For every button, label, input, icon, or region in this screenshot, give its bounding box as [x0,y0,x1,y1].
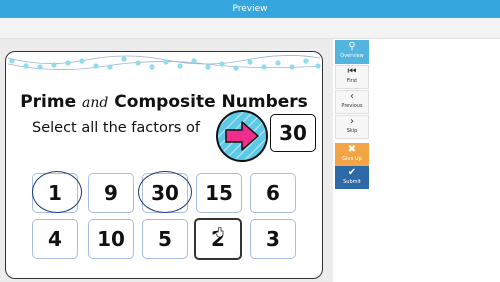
first-button[interactable]: ⏮ First [335,65,369,89]
submit-button[interactable]: ✔ Submit [335,166,369,189]
title-word-prime: Prime [20,92,77,112]
overview-label: Overview [340,53,364,59]
activity-stage: Prime and Composite Numbers Select all t… [0,39,333,282]
overview-button[interactable]: ⚲ Overview [335,40,369,64]
number-tile[interactable]: 15 [196,173,242,213]
chevron-left-icon: ‹ [350,91,354,102]
number-tile[interactable]: 4 [32,219,78,259]
number-tile-focused[interactable]: 2 [194,218,242,260]
toolbar-strip [0,18,500,39]
checkmark-icon: ✔ [347,167,357,178]
chevron-right-icon: › [350,116,354,127]
arrow-icon [216,110,268,162]
target-number-box: 30 [270,114,316,152]
number-tile[interactable]: 3 [250,219,296,259]
preview-title: Preview [232,4,268,14]
skip-label: Skip [346,128,358,134]
title-words-composite: Composite Numbers [114,92,308,112]
activity-title: Prime and Composite Numbers [6,92,322,112]
previous-label: Previous [341,103,363,109]
selection-circle-mark [32,171,82,213]
number-tile[interactable]: 5 [142,219,188,259]
submit-label: Submit [343,179,361,185]
give-up-button[interactable]: ✖ Give Up [335,143,369,166]
search-icon: ⚲ [348,41,356,52]
string-lights-decoration [7,55,321,71]
give-up-label: Give Up [342,156,362,162]
close-icon: ✖ [347,144,357,155]
first-page-icon: ⏮ [347,66,357,77]
first-label: First [346,78,358,84]
question-prompt: Select all the factors of [32,120,200,136]
preview-header: Preview [0,0,500,18]
activity-card: Prime and Composite Numbers Select all t… [5,51,323,279]
previous-button[interactable]: ‹ Previous [335,90,369,114]
number-tile[interactable]: 6 [250,173,296,213]
title-word-and: and [82,95,109,111]
hand-cursor-icon [216,227,224,237]
number-tile[interactable]: 10 [88,219,134,259]
selection-circle-mark [138,171,192,213]
skip-button[interactable]: › Skip [335,115,369,139]
number-tile[interactable]: 9 [88,173,134,213]
